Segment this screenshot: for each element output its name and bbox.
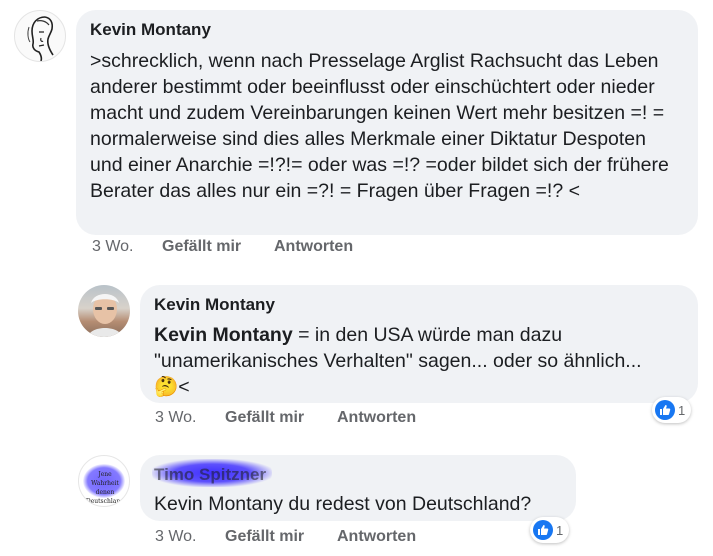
comment-2-reaction-count: 1 <box>678 402 686 418</box>
comment-1-like-button[interactable]: Gefällt mir <box>162 238 241 256</box>
comment-2-like-button[interactable]: Gefällt mir <box>225 409 304 427</box>
comment-2-reply-button[interactable]: Antworten <box>337 409 416 427</box>
comment-1-time[interactable]: 3 Wo. <box>92 238 134 256</box>
comment-1-author[interactable]: Kevin Montany <box>90 20 686 40</box>
comment-2-avatar[interactable] <box>78 285 130 337</box>
avatar-caption: Jene Wahrheit denen Deutschland <box>85 471 125 505</box>
comment-3-author-name: Timo Spitzner <box>154 465 267 484</box>
thinking-face-emoji: 🤔 <box>154 376 179 398</box>
comment-2-mention[interactable]: Kevin Montany <box>154 324 293 346</box>
person-photo-icon <box>88 294 122 337</box>
comment-3-reaction-badge[interactable]: 1 <box>530 517 570 543</box>
comment-2-time[interactable]: 3 Wo. <box>155 409 197 427</box>
comment-thread: Kevin Montany >schrecklich, wenn nach Pr… <box>0 0 713 556</box>
comment-2-text: Kevin Montany = in den USA würde man daz… <box>154 322 689 400</box>
comment-2-actions: 3 Wo. Gefällt mir Antworten <box>155 409 455 429</box>
comment-1-bubble: Kevin Montany >schrecklich, wenn nach Pr… <box>76 10 698 235</box>
comment-3-actions: 3 Wo. Gefällt mir Antworten <box>155 528 455 548</box>
comment-1-reply-button[interactable]: Antworten <box>274 238 353 256</box>
comment-2-reaction-badge[interactable]: 1 <box>652 397 692 423</box>
comment-3-author[interactable]: Timo Spitzner <box>152 459 564 487</box>
comment-3-text: Kevin Montany du redest von Deutschland? <box>154 493 532 515</box>
thumbs-up-icon <box>655 400 675 420</box>
comment-3-reaction-count: 1 <box>556 522 564 538</box>
comment-2-bubble: Kevin Montany Kevin Montany = in den USA… <box>140 285 698 403</box>
sketch-face-icon <box>27 16 54 61</box>
comment-2-author[interactable]: Kevin Montany <box>154 295 686 315</box>
comment-3-bubble: Timo Spitzner Kevin Montany du redest vo… <box>140 455 576 521</box>
comment-3-avatar[interactable]: Jene Wahrheit denen Deutschland <box>78 455 130 507</box>
comment-1-text: >schrecklich, wenn nach Presselage Argli… <box>90 50 669 202</box>
comment-3-reply-button[interactable]: Antworten <box>337 528 416 546</box>
comment-2-text-end: < <box>178 376 190 398</box>
thumbs-up-icon <box>533 520 553 540</box>
comment-1-avatar[interactable] <box>14 10 66 62</box>
comment-1-actions: 3 Wo. Gefällt mir Antworten <box>92 238 392 258</box>
comment-3-time[interactable]: 3 Wo. <box>155 528 197 546</box>
comment-3-like-button[interactable]: Gefällt mir <box>225 528 304 546</box>
